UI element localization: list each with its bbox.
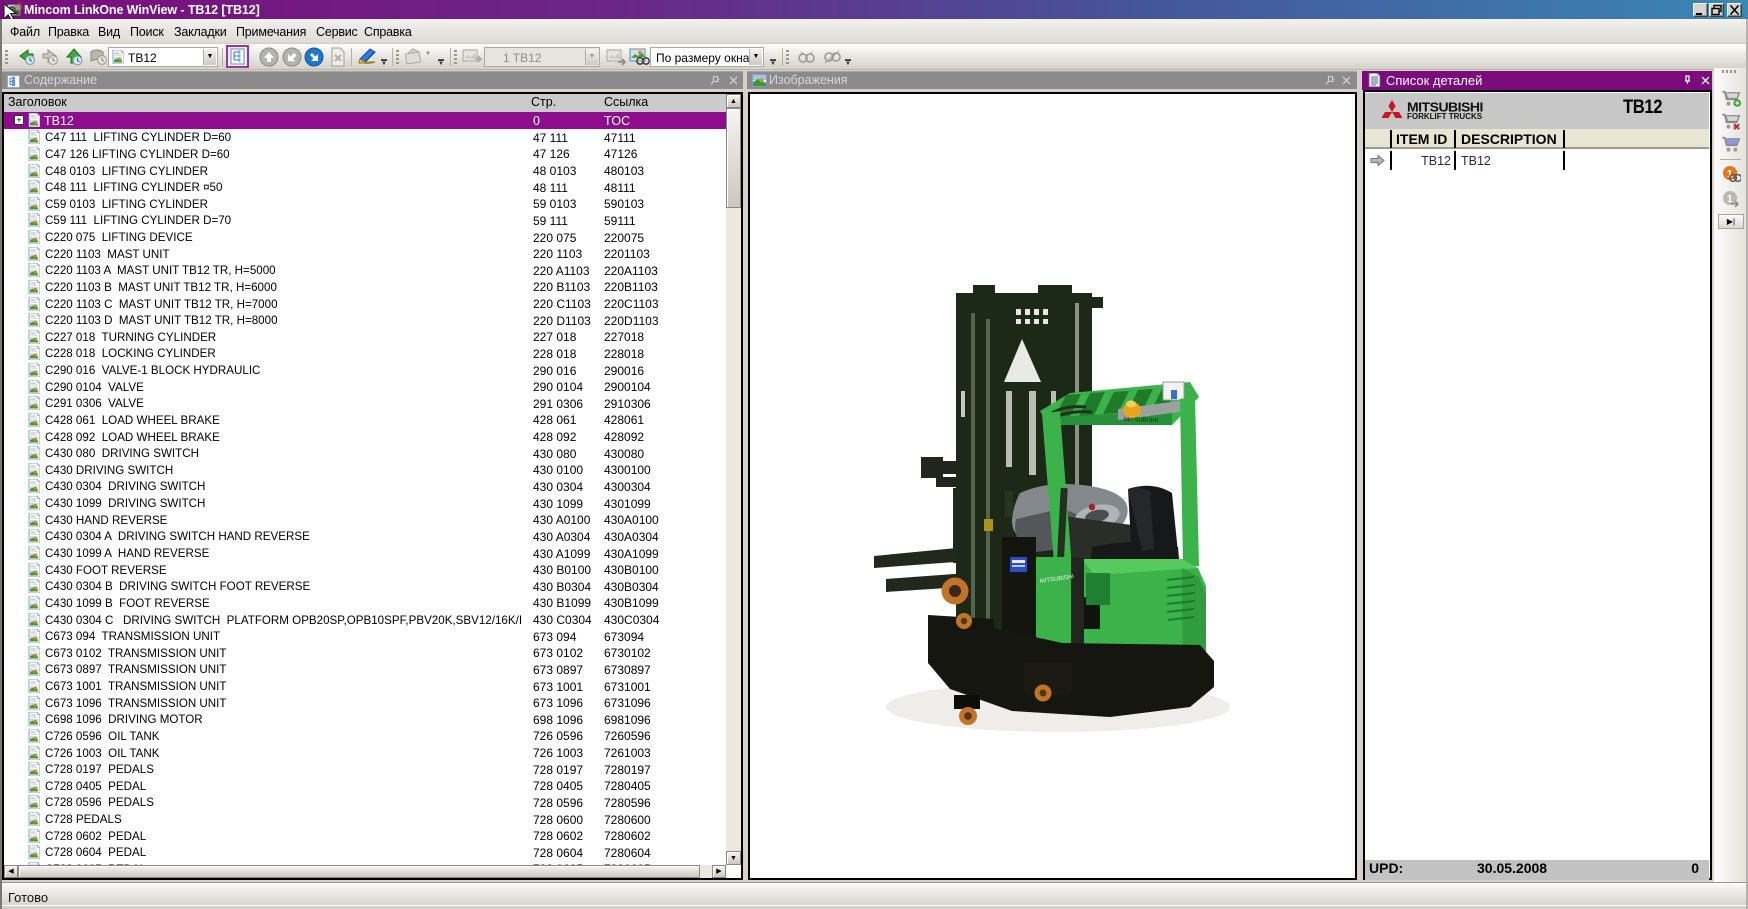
svg-text:MITSUBISHI: MITSUBISHI [1124,417,1159,424]
